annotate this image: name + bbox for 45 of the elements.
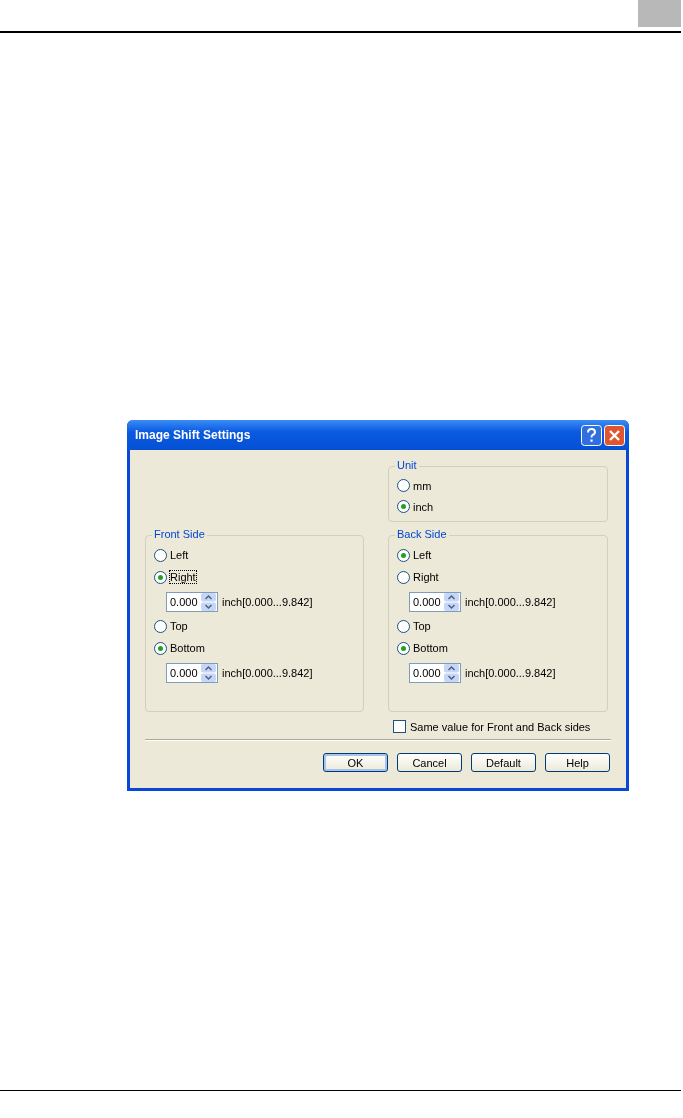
dialog-button[interactable]: Default [471, 753, 536, 772]
radio-button[interactable] [154, 641, 167, 655]
spinner-arrows-icon[interactable] [201, 663, 216, 682]
group-label: Front Side [152, 528, 207, 540]
radio-option[interactable]: Top [397, 615, 431, 637]
range-label: inch[0.000...9.842] [465, 595, 556, 608]
help-icon[interactable] [581, 424, 602, 446]
radio-button[interactable] [397, 500, 410, 513]
checkbox[interactable] [393, 720, 406, 733]
close-icon[interactable] [604, 424, 625, 446]
radio-option[interactable]: Left [397, 544, 432, 566]
radio-option[interactable]: Left [154, 544, 189, 566]
radio-option[interactable]: Right [397, 566, 439, 588]
radio-button[interactable] [154, 619, 167, 633]
number-field[interactable]: 0.000 [166, 662, 218, 683]
dialog-button[interactable]: OK [323, 753, 388, 772]
number-field[interactable]: 0.000 [409, 591, 461, 612]
spinner-arrows-icon[interactable] [201, 592, 216, 611]
same-value-checkbox[interactable]: Same value for Front and Back sides [393, 720, 591, 733]
window-title: Image Shift Settings [135, 428, 251, 442]
range-label: inch[0.000...9.842] [222, 666, 313, 679]
dialog-button[interactable]: Cancel [397, 753, 462, 772]
spinner-arrows-icon[interactable] [444, 592, 459, 611]
range-label: inch[0.000...9.842] [465, 666, 556, 679]
radio-button[interactable] [154, 548, 167, 562]
number-field[interactable]: 0.000 [409, 662, 461, 683]
dialog-button[interactable]: Help [545, 753, 610, 772]
radio-option[interactable]: Bottom [154, 637, 205, 659]
radio-option[interactable]: mm [397, 475, 432, 496]
group-label: Back Side [395, 528, 449, 540]
radio-option[interactable]: Bottom [397, 637, 448, 659]
group-label: Unit [395, 459, 419, 471]
range-label: inch[0.000...9.842] [222, 595, 313, 608]
radio-button[interactable] [397, 641, 410, 655]
radio-button[interactable] [154, 570, 167, 584]
page-tab-block [638, 0, 681, 27]
radio-button[interactable] [397, 619, 410, 633]
spinner-arrows-icon[interactable] [444, 663, 459, 682]
radio-option[interactable]: Right [154, 566, 196, 588]
radio-button[interactable] [397, 548, 410, 562]
radio-button[interactable] [397, 479, 410, 492]
radio-option[interactable]: inch [397, 496, 434, 517]
number-field[interactable]: 0.000 [166, 591, 218, 612]
radio-button[interactable] [397, 570, 410, 584]
radio-option[interactable]: Top [154, 615, 188, 637]
